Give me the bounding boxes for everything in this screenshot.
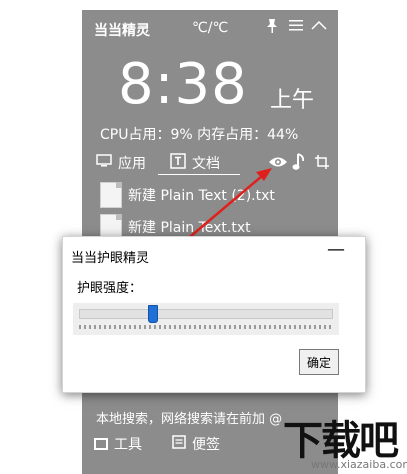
watermark-url: www.xiazaiba.com xyxy=(311,458,407,471)
ok-button[interactable]: 确定 xyxy=(299,349,339,375)
slider-ticks xyxy=(79,325,333,329)
slider-thumb[interactable] xyxy=(147,305,158,323)
dialog-title: 当当护眼精灵 xyxy=(71,251,150,266)
slider-track xyxy=(79,309,333,319)
minimize-button[interactable]: — xyxy=(327,239,345,260)
eye-care-dialog: 当当护眼精灵 — 护眼强度： 确定 xyxy=(62,236,366,393)
watermark-logo: 下载吧 www.xiazaiba.com xyxy=(275,412,407,474)
strength-label: 护眼强度： xyxy=(77,281,143,296)
strength-slider[interactable] xyxy=(73,303,339,335)
